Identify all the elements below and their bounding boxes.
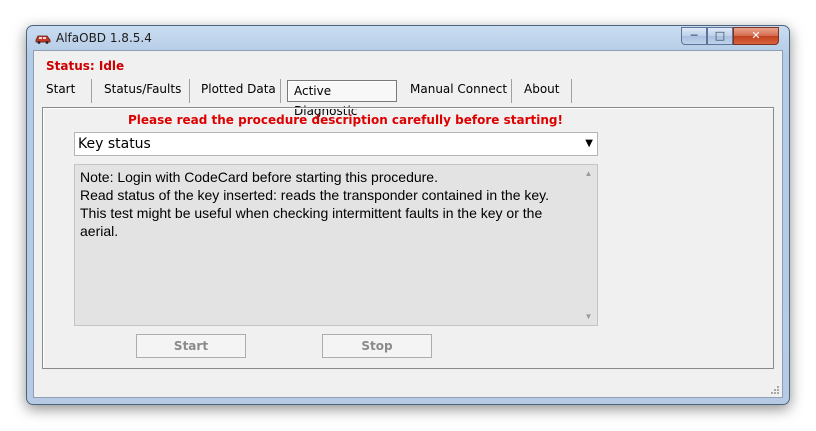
tab-strip: Start Status/Faults Plotted Data Active … [34, 79, 782, 118]
procedure-warning: Please read the procedure description ca… [128, 113, 563, 127]
description-text: Note: Login with CodeCard before startin… [80, 168, 576, 240]
description-line: This test might be useful when checking … [80, 205, 543, 239]
tab-label: Status/Faults [104, 82, 182, 96]
description-line: Read status of the key inserted: reads t… [80, 187, 550, 203]
start-button[interactable]: Start [136, 334, 246, 358]
scroll-down-icon[interactable]: ▼ [580, 308, 597, 325]
stop-button[interactable]: Stop [322, 334, 432, 358]
active-diagnostic-panel: Please read the procedure description ca… [42, 107, 774, 369]
procedure-select-value: Key status [78, 136, 151, 152]
tab-active-diagnostic[interactable]: Active Diagnostic [287, 80, 397, 118]
procedure-select[interactable]: Key status ▼ [74, 132, 598, 156]
car-icon [35, 35, 51, 44]
tab-label: Start [46, 82, 76, 96]
procedure-description[interactable]: Note: Login with CodeCard before startin… [74, 164, 598, 326]
tab-label: About [524, 82, 560, 96]
description-line: Note: Login with CodeCard before startin… [80, 169, 438, 185]
close-button[interactable]: ✕ [733, 27, 779, 45]
scroll-up-icon[interactable]: ▲ [580, 165, 597, 182]
maximize-button[interactable]: □ [707, 27, 733, 45]
title-bar[interactable]: AlfaOBD 1.8.5.4 ─ □ ✕ [27, 26, 789, 50]
maximize-icon: □ [714, 29, 726, 42]
status-label: Status: Idle [46, 59, 125, 73]
minimize-icon: ─ [690, 29, 698, 42]
description-scrollbar[interactable]: ▲ ▼ [580, 165, 597, 325]
chevron-down-icon[interactable]: ▼ [585, 133, 593, 155]
tab-label: Manual Connect [410, 82, 508, 96]
tab-manual-connect[interactable]: Manual Connect [404, 79, 512, 103]
resize-grip-icon[interactable] [770, 385, 780, 395]
client-area: Status: Idle Start Status/Faults Plotted… [33, 50, 783, 398]
app-window: AlfaOBD 1.8.5.4 ─ □ ✕ Status: Idle Start… [26, 25, 790, 405]
tab-plotted-data[interactable]: Plotted Data [195, 79, 281, 103]
tab-label: Plotted Data [201, 82, 276, 96]
minimize-button[interactable]: ─ [681, 27, 707, 45]
close-icon: ✕ [751, 29, 761, 42]
tab-status-faults[interactable]: Status/Faults [98, 79, 190, 103]
tab-start[interactable]: Start [40, 79, 92, 103]
tab-about[interactable]: About [518, 79, 572, 103]
window-title: AlfaOBD 1.8.5.4 [56, 31, 152, 45]
